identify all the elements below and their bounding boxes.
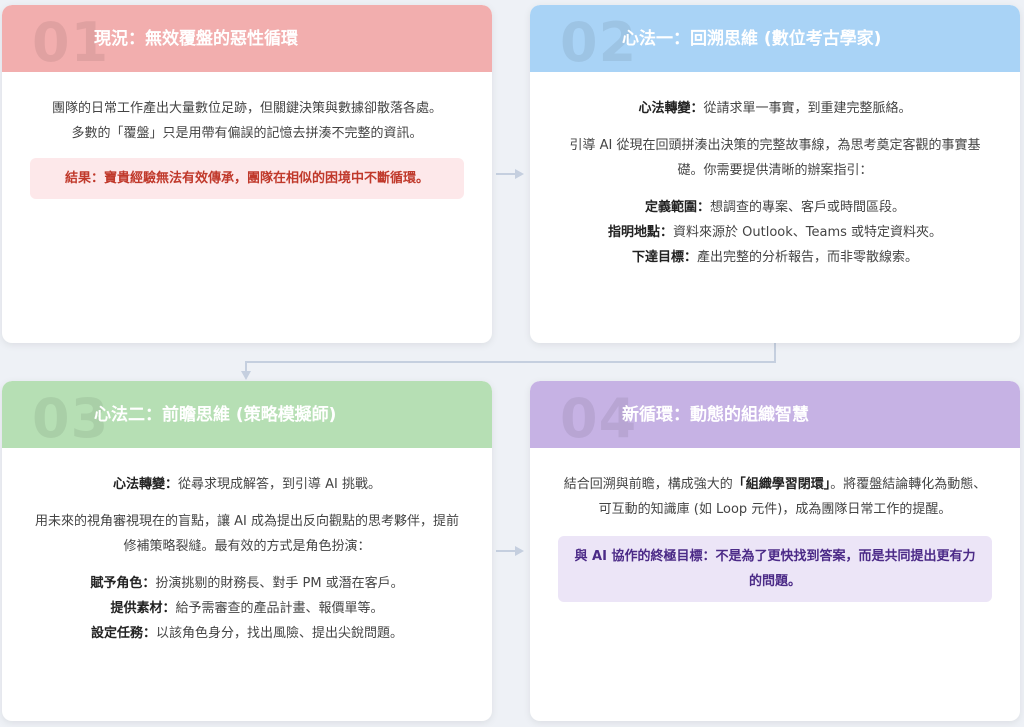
card-mindset-two: 03 心法二：前瞻思維 (策略模擬師) 心法轉變：從尋求現成解答，到引導 AI …	[2, 381, 492, 721]
list-item-label: 定義範圍：	[644, 200, 710, 215]
card-header: 01 現況：無效覆盤的惡性循環	[2, 5, 492, 73]
description: 用未來的視角審視現在的盲點，讓 AI 成為提出反向觀點的思考夥伴，提前修補策略裂…	[35, 514, 459, 554]
list-item-text: 產出完整的分析報告，而非零散線索。	[697, 250, 919, 265]
description: 結合回溯與前瞻，構成強大的「組織學習閉環」。將覆盤結論轉化為動態、可互動的知識庫…	[558, 472, 992, 522]
list-item-label: 提供素材：	[110, 601, 176, 616]
list-item: 定義範圍：想調查的專案、客戶或時間區段。	[558, 195, 992, 220]
card-title: 現況：無效覆盤的惡性循環	[94, 29, 298, 49]
list-item-text: 給予需審查的產品計畫、報價單等。	[175, 601, 384, 616]
list-item-label: 下達目標：	[631, 250, 697, 265]
card-body: 心法轉變：從請求單一事實，到重建完整脈絡。 引導 AI 從現在回頭拼湊出決策的完…	[530, 72, 1020, 270]
mindset-shift-text: 從請求單一事實，到重建完整脈絡。	[703, 101, 912, 116]
arrowhead-2-to-3	[241, 371, 251, 380]
list-item-text: 扮演挑剔的財務長、對手 PM 或潛在客戶。	[155, 576, 404, 591]
list-item: 賦予角色：扮演挑剔的財務長、對手 PM 或潛在客戶。	[30, 571, 464, 596]
mindset-shift: 心法轉變：從請求單一事實，到重建完整脈絡。	[558, 96, 992, 121]
goal-callout: 與 AI 協作的終極目標：不是為了更快找到答案，而是共同提出更有力的問題。	[558, 536, 992, 602]
card-title: 心法一：回溯思維 (數位考古學家)	[622, 29, 882, 49]
description-highlight: 「組織學習閉環」	[732, 477, 831, 492]
card-title: 心法二：前瞻思維 (策略模擬師)	[94, 405, 337, 425]
arrowhead-1-to-2	[515, 169, 524, 179]
result-callout: 結果：寶貴經驗無法有效傳承，團隊在相似的困境中不斷循環。	[30, 158, 464, 199]
card-header: 03 心法二：前瞻思維 (策略模擬師)	[2, 381, 492, 449]
card-current-state: 01 現況：無效覆盤的惡性循環 團隊的日常工作產出大量數位足跡，但關鍵決策與數據…	[2, 5, 492, 343]
card-title: 新循環：動態的組織智慧	[622, 405, 809, 425]
list-item-label: 賦予角色：	[90, 576, 156, 591]
card-body: 團隊的日常工作產出大量數位足跡，但關鍵決策與數據卻散落各處。 多數的「覆盤」只是…	[2, 72, 492, 199]
card-mindset-one: 02 心法一：回溯思維 (數位考古學家) 心法轉變：從請求單一事實，到重建完整脈…	[530, 5, 1020, 343]
card-header: 02 心法一：回溯思維 (數位考古學家)	[530, 5, 1020, 73]
list-item: 提供素材：給予需審查的產品計畫、報價單等。	[30, 596, 464, 621]
arrow-2-to-3	[245, 343, 776, 376]
mindset-shift-text: 從尋求現成解答，到引導 AI 挑戰。	[178, 477, 381, 492]
description: 引導 AI 從現在回頭拼湊出決策的完整故事線，為思考奠定客觀的事實基礎。你需要提…	[569, 138, 981, 178]
mindset-shift-label: 心法轉變：	[112, 477, 178, 492]
list-item-label: 指明地點：	[607, 225, 673, 240]
list-item-label: 設定任務：	[90, 626, 156, 641]
mindset-shift: 心法轉變：從尋求現成解答，到引導 AI 挑戰。	[30, 472, 464, 497]
list-item: 設定任務：以該角色身分，找出風險、提出尖銳問題。	[30, 621, 464, 646]
arrowhead-3-to-4	[515, 546, 524, 556]
description-line: 多數的「覆盤」只是用帶有偏誤的記憶去拼湊不完整的資訊。	[71, 126, 423, 141]
list-item-text: 資料來源於 Outlook、Teams 或特定資料夾。	[673, 225, 943, 240]
list-item-text: 以該角色身分，找出風險、提出尖銳問題。	[156, 626, 404, 641]
list-item: 指明地點：資料來源於 Outlook、Teams 或特定資料夾。	[558, 220, 992, 245]
card-body: 結合回溯與前瞻，構成強大的「組織學習閉環」。將覆盤結論轉化為動態、可互動的知識庫…	[530, 448, 1020, 602]
card-body: 心法轉變：從尋求現成解答，到引導 AI 挑戰。 用未來的視角審視現在的盲點，讓 …	[2, 448, 492, 646]
card-new-cycle: 04 新循環：動態的組織智慧 結合回溯與前瞻，構成強大的「組織學習閉環」。將覆盤…	[530, 381, 1020, 721]
list-item-text: 想調查的專案、客戶或時間區段。	[710, 200, 906, 215]
description-pre: 結合回溯與前瞻，構成強大的	[563, 477, 733, 492]
list-item: 下達目標：產出完整的分析報告，而非零散線索。	[558, 245, 992, 270]
mindset-shift-label: 心法轉變：	[638, 101, 704, 116]
description-line: 團隊的日常工作產出大量數位足跡，但關鍵決策與數據卻散落各處。	[51, 101, 442, 116]
card-header: 04 新循環：動態的組織智慧	[530, 381, 1020, 449]
